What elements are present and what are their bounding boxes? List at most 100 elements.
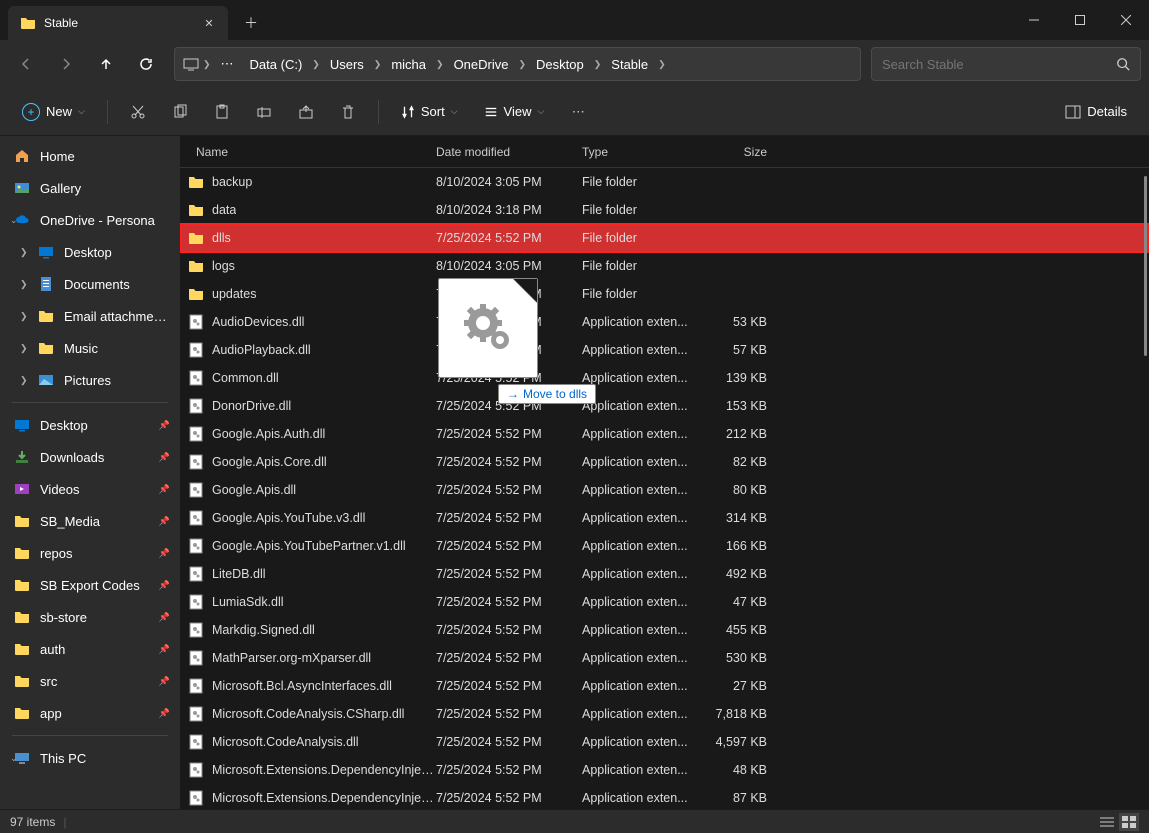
file-row[interactable]: Google.Apis.dll7/25/2024 5:52 PMApplicat… [180, 476, 1149, 504]
back-button[interactable] [8, 46, 44, 82]
sidebar-item[interactable]: Downloads📌 [0, 441, 180, 473]
details-pane-button[interactable]: Details [1055, 95, 1137, 129]
sidebar-item[interactable]: SB Export Codes📌 [0, 569, 180, 601]
file-row[interactable]: updates7/25/2024 5:52 PMFile folder [180, 280, 1149, 308]
sidebar-item[interactable]: Videos📌 [0, 473, 180, 505]
file-row[interactable]: Google.Apis.YouTube.v3.dll7/25/2024 5:52… [180, 504, 1149, 532]
file-row[interactable]: Markdig.Signed.dll7/25/2024 5:52 PMAppli… [180, 616, 1149, 644]
chevron-right-icon[interactable]: ❯ [312, 59, 320, 70]
file-row[interactable]: logs8/10/2024 3:05 PMFile folder [180, 252, 1149, 280]
copy-button[interactable] [162, 95, 198, 129]
view-list-button[interactable] [1097, 813, 1117, 831]
chevron-right-icon[interactable]: ❯ [20, 311, 28, 322]
chevron-down-icon[interactable]: ⌄ [10, 753, 18, 764]
file-row[interactable]: MathParser.org-mXparser.dll7/25/2024 5:5… [180, 644, 1149, 672]
cut-button[interactable] [120, 95, 156, 129]
column-header-name[interactable]: Name [180, 145, 436, 159]
search-box[interactable] [871, 47, 1141, 81]
chevron-right-icon[interactable]: ❯ [594, 59, 602, 70]
file-row[interactable]: Google.Apis.Core.dll7/25/2024 5:52 PMApp… [180, 448, 1149, 476]
more-button[interactable]: ⋯ [560, 95, 596, 129]
sidebar-item[interactable]: ❯Music [0, 332, 180, 364]
view-details-button[interactable] [1119, 813, 1139, 831]
file-size: 80 KB [699, 483, 777, 497]
file-row[interactable]: Microsoft.Extensions.DependencyInjecti..… [180, 784, 1149, 809]
sidebar-item[interactable]: ❯Pictures [0, 364, 180, 396]
path-segment[interactable]: Users [324, 55, 370, 74]
path-segment[interactable]: micha [385, 55, 432, 74]
chevron-right-icon[interactable]: ❯ [20, 343, 28, 354]
search-icon[interactable] [1116, 57, 1130, 71]
chevron-right-icon[interactable]: ❯ [658, 59, 666, 70]
file-row[interactable]: Common.dll7/25/2024 5:52 PMApplication e… [180, 364, 1149, 392]
new-button[interactable]: + New ⌵ [12, 95, 95, 129]
column-header-size[interactable]: Size [699, 145, 777, 159]
file-row[interactable]: dlls7/25/2024 5:52 PMFile folder [180, 224, 1149, 252]
sort-button[interactable]: Sort ⌵ [391, 95, 468, 129]
chevron-right-icon[interactable]: ❯ [436, 59, 444, 70]
chevron-right-icon[interactable]: ❯ [203, 59, 211, 70]
file-row[interactable]: Microsoft.Bcl.AsyncInterfaces.dll7/25/20… [180, 672, 1149, 700]
column-header-type[interactable]: Type [582, 145, 699, 159]
sidebar-item-label: SB Export Codes [40, 578, 140, 593]
add-tab-button[interactable]: ＋ [234, 6, 268, 40]
path-segment[interactable]: Stable [605, 55, 654, 74]
file-row[interactable]: DonorDrive.dll7/25/2024 5:52 PMApplicati… [180, 392, 1149, 420]
rename-button[interactable] [246, 95, 282, 129]
breadcrumb-path[interactable]: ❯ ⋯ Data (C:) ❯ Users ❯ micha ❯ OneDrive… [174, 47, 861, 81]
file-list-body[interactable]: backup8/10/2024 3:05 PMFile folderdata8/… [180, 168, 1149, 809]
path-segment[interactable]: OneDrive [448, 55, 515, 74]
forward-button[interactable] [48, 46, 84, 82]
sidebar-item[interactable]: sb-store📌 [0, 601, 180, 633]
file-row[interactable]: AudioDevices.dll7/25/2024 5:52 PMApplica… [180, 308, 1149, 336]
sidebar-item[interactable]: ❯Email attachments [0, 300, 180, 332]
file-row[interactable]: LiteDB.dll7/25/2024 5:52 PMApplication e… [180, 560, 1149, 588]
scrollbar-thumb[interactable] [1144, 176, 1147, 356]
file-row[interactable]: AudioPlayback.dll7/25/2024 5:52 PMApplic… [180, 336, 1149, 364]
file-row[interactable]: Microsoft.CodeAnalysis.dll7/25/2024 5:52… [180, 728, 1149, 756]
refresh-button[interactable] [128, 46, 164, 82]
sidebar-item[interactable]: ❯Desktop [0, 236, 180, 268]
sidebar-item-this-pc[interactable]: ⌄ This PC [0, 742, 180, 774]
file-row[interactable]: backup8/10/2024 3:05 PMFile folder [180, 168, 1149, 196]
file-row[interactable]: Microsoft.CodeAnalysis.CSharp.dll7/25/20… [180, 700, 1149, 728]
chevron-right-icon[interactable]: ❯ [20, 247, 28, 258]
sidebar-item[interactable]: app📌 [0, 697, 180, 729]
chevron-right-icon[interactable]: ❯ [20, 279, 28, 290]
chevron-right-icon[interactable]: ❯ [20, 375, 28, 386]
view-button[interactable]: View ⌵ [474, 95, 555, 129]
paste-button[interactable] [204, 95, 240, 129]
file-name: Microsoft.Extensions.DependencyInjecti..… [212, 791, 436, 805]
chevron-right-icon[interactable]: ❯ [518, 59, 526, 70]
sidebar-item[interactable]: auth📌 [0, 633, 180, 665]
up-button[interactable] [88, 46, 124, 82]
sidebar-item-onedrive[interactable]: ⌄ OneDrive - Persona [0, 204, 180, 236]
file-row[interactable]: Google.Apis.YouTubePartner.v1.dll7/25/20… [180, 532, 1149, 560]
sidebar-item[interactable]: Home [0, 140, 180, 172]
file-row[interactable]: Google.Apis.Auth.dll7/25/2024 5:52 PMApp… [180, 420, 1149, 448]
sidebar-item[interactable]: ❯Documents [0, 268, 180, 300]
path-segment[interactable]: Data (C:) [244, 55, 309, 74]
sidebar-item[interactable]: Gallery [0, 172, 180, 204]
file-row[interactable]: Microsoft.Extensions.DependencyInjecti..… [180, 756, 1149, 784]
sidebar-item[interactable]: src📌 [0, 665, 180, 697]
minimize-button[interactable] [1011, 0, 1057, 40]
share-button[interactable] [288, 95, 324, 129]
sidebar-item[interactable]: repos📌 [0, 537, 180, 569]
path-more[interactable]: ⋯ [215, 54, 240, 74]
column-header-date[interactable]: Date modified [436, 145, 582, 159]
sidebar-item[interactable]: Desktop📌 [0, 409, 180, 441]
search-input[interactable] [882, 57, 1116, 72]
close-window-button[interactable] [1103, 0, 1149, 40]
maximize-button[interactable] [1057, 0, 1103, 40]
window-tab[interactable]: Stable ✕ [8, 6, 228, 40]
delete-button[interactable] [330, 95, 366, 129]
tab-close-button[interactable]: ✕ [202, 16, 216, 30]
sidebar-item[interactable]: SB_Media📌 [0, 505, 180, 537]
file-row[interactable]: LumiaSdk.dll7/25/2024 5:52 PMApplication… [180, 588, 1149, 616]
file-row[interactable]: data8/10/2024 3:18 PMFile folder [180, 196, 1149, 224]
navigation-sidebar[interactable]: HomeGallery ⌄ OneDrive - Persona ❯Deskto… [0, 136, 180, 809]
chevron-down-icon[interactable]: ⌄ [10, 215, 18, 226]
chevron-right-icon[interactable]: ❯ [374, 59, 382, 70]
path-segment[interactable]: Desktop [530, 55, 590, 74]
